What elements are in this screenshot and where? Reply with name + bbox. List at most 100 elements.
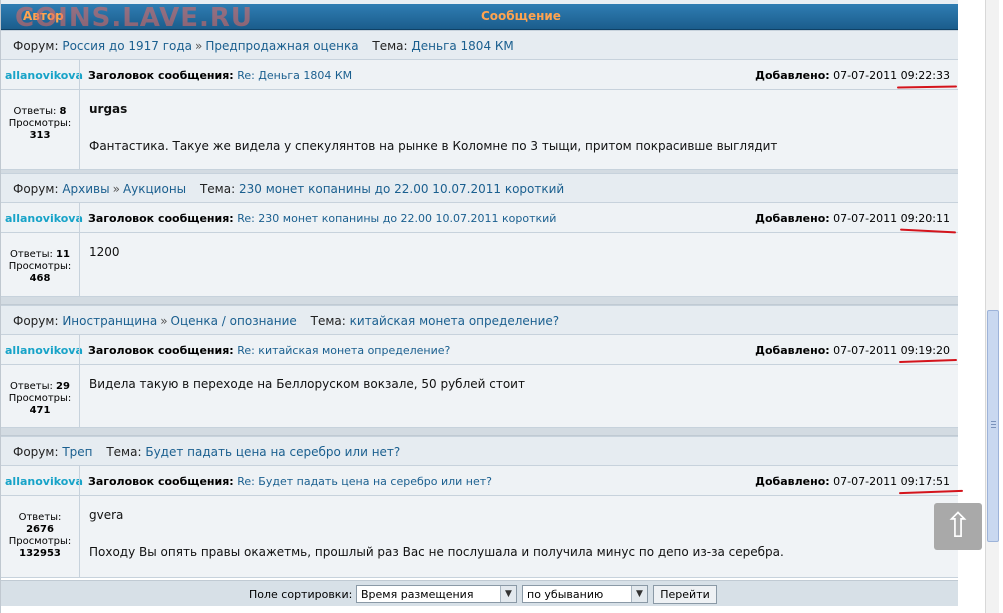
- forum-row: Форум: Архивы» Аукционы Тема: 230 монет к…: [1, 173, 958, 203]
- author-link[interactable]: allanovikova: [5, 344, 83, 357]
- message-text: Походу Вы опять правы окажетмь, прошлый …: [89, 545, 784, 559]
- topic-label: Тема:: [199, 182, 236, 196]
- post-stats: Ответы: 2676 Просмотры: 132953: [1, 496, 80, 577]
- subforum-link[interactable]: Предпродажная оценка: [205, 39, 358, 53]
- message-text: Видела такую в переходе на Беллоруском в…: [89, 377, 525, 391]
- breadcrumb-separator: »: [195, 39, 203, 53]
- forum-link[interactable]: Россия до 1917 года: [62, 39, 192, 53]
- added-label: Добавлено:: [755, 475, 830, 488]
- post-subject: Заголовок сообщения: Re: Деньга 1804 КМ: [88, 69, 352, 82]
- views-label: Просмотры:: [8, 118, 72, 129]
- post-separator: [1, 297, 958, 305]
- post-body-row: Ответы: 2676 Просмотры: 132953 gvera Пох…: [1, 496, 958, 578]
- views-label: Просмотры:: [8, 261, 72, 272]
- subject-link[interactable]: Re: Будет падать цена на серебро или нет…: [237, 475, 492, 488]
- forum-link[interactable]: Архивы: [62, 182, 109, 196]
- post-date: Добавлено: 07-07-2011 09:22:33: [755, 69, 950, 82]
- subject-link[interactable]: Re: 230 монет копанины до 22.00 10.07.20…: [237, 212, 556, 225]
- added-label: Добавлено:: [755, 69, 830, 82]
- forum-row: Форум: Россия до 1917 года» Предпродажная…: [1, 30, 958, 60]
- post-body-row: Ответы: 11 Просмотры: 468 1200: [1, 233, 958, 297]
- added-label: Добавлено:: [755, 344, 830, 357]
- breadcrumb-separator: »: [112, 182, 120, 196]
- date-value: 07-07-2011: [833, 69, 898, 82]
- arrow-up-icon: ⇧: [943, 506, 973, 546]
- sort-footer: Поле сортировки: Время размещения ▼ по у…: [1, 580, 958, 606]
- post-body-row: Ответы: 8 Просмотры: 313 urgas Фантастик…: [1, 90, 958, 170]
- forum-link[interactable]: Иностранщина: [62, 314, 157, 328]
- replies-label: Ответы:: [10, 381, 53, 392]
- post-block: Форум: Треп Тема: Будет падать цена на с…: [1, 436, 958, 578]
- breadcrumb-separator: »: [160, 314, 168, 328]
- scroll-to-top-button[interactable]: ⇧: [934, 503, 982, 550]
- subject-link[interactable]: Re: Деньга 1804 КМ: [237, 69, 352, 82]
- post-title-row: allanovikova Заголовок сообщения: Re: Де…: [1, 60, 958, 90]
- post-block: Форум: Архивы» Аукционы Тема: 230 монет к…: [1, 173, 958, 305]
- time-value: 09:19:20: [900, 344, 950, 357]
- topic-link[interactable]: китайская монета определение?: [350, 314, 560, 328]
- added-label: Добавлено:: [755, 212, 830, 225]
- views-label: Просмотры:: [8, 536, 72, 547]
- post-title-row: allanovikova Заголовок сообщения: Re: 23…: [1, 203, 958, 233]
- forum-label: Форум:: [13, 182, 59, 196]
- post-text: gvera Походу Вы опять правы окажетмь, пр…: [89, 508, 784, 559]
- topic-label: Тема:: [106, 445, 142, 459]
- go-button[interactable]: Перейти: [653, 585, 717, 604]
- sort-label: Поле сортировки:: [249, 588, 353, 601]
- message-text: 1200: [89, 245, 120, 259]
- quote-author: gvera: [89, 508, 124, 522]
- post-block: Форум: Россия до 1917 года» Предпродажная…: [1, 30, 958, 178]
- scrollbar-thumb[interactable]: [987, 310, 999, 542]
- site-watermark: COINS.LAVE.RU: [15, 3, 254, 33]
- topic-label: Тема:: [372, 39, 408, 53]
- subforum-link[interactable]: Оценка / опознание: [171, 314, 297, 328]
- author-link[interactable]: allanovikova: [5, 212, 83, 225]
- post-stats: Ответы: 11 Просмотры: 468: [1, 233, 80, 296]
- forum-label: Форум:: [13, 314, 59, 328]
- post-stats: Ответы: 29 Просмотры: 471: [1, 365, 80, 427]
- sort-field-value: Время размещения: [361, 588, 474, 601]
- author-link[interactable]: allanovikova: [5, 69, 83, 82]
- post-date: Добавлено: 07-07-2011 09:17:51: [755, 475, 950, 488]
- author-link[interactable]: allanovikova: [5, 475, 83, 488]
- replies-count: 11: [56, 249, 70, 260]
- time-value: 09:20:11: [900, 212, 950, 225]
- views-count: 313: [29, 130, 51, 141]
- date-value: 07-07-2011: [833, 344, 898, 357]
- subforum-link[interactable]: Аукционы: [123, 182, 186, 196]
- subject-label: Заголовок сообщения:: [88, 344, 234, 357]
- forum-row: Форум: Иностранщина» Оценка / опознание Т…: [1, 305, 958, 335]
- quote-author: urgas: [89, 102, 128, 116]
- time-value: 09:17:51: [900, 475, 950, 488]
- forum-link[interactable]: Треп: [62, 445, 92, 459]
- subject-label: Заголовок сообщения:: [88, 475, 234, 488]
- topic-label: Тема:: [310, 314, 346, 328]
- topic-link[interactable]: 230 монет копанины до 22.00 10.07.2011 к…: [239, 182, 564, 196]
- post-separator: [1, 428, 958, 436]
- replies-label: Ответы:: [18, 512, 62, 523]
- date-value: 07-07-2011: [833, 212, 898, 225]
- post-subject: Заголовок сообщения: Re: 230 монет копан…: [88, 212, 556, 225]
- topic-link[interactable]: Будет падать цена на серебро или нет?: [145, 445, 400, 459]
- post-subject: Заголовок сообщения: Re: китайская монет…: [88, 344, 450, 357]
- post-title-row: allanovikova Заголовок сообщения: Re: ки…: [1, 335, 958, 365]
- views-label: Просмотры:: [8, 393, 72, 404]
- search-results-panel: Автор Сообщение COINS.LAVE.RU Форум: Рос…: [0, 0, 964, 613]
- post-title-row: allanovikova Заголовок сообщения: Re: Бу…: [1, 466, 958, 496]
- views-count: 132953: [19, 548, 61, 559]
- post-text: Видела такую в переходе на Беллоруском в…: [89, 377, 525, 391]
- post-text: 1200: [89, 245, 120, 259]
- chevron-down-icon: ▼: [500, 586, 516, 602]
- vertical-scrollbar[interactable]: [985, 0, 999, 613]
- sort-order-select[interactable]: по убыванию ▼: [522, 585, 648, 603]
- sort-field-select[interactable]: Время размещения ▼: [356, 585, 517, 603]
- topic-link[interactable]: Деньга 1804 КМ: [411, 39, 513, 53]
- post-text: urgas Фантастика. Такуе же видела у спек…: [89, 102, 777, 153]
- forum-row: Форум: Треп Тема: Будет падать цена на с…: [1, 436, 958, 466]
- sort-order-value: по убыванию: [527, 588, 604, 601]
- bottom-strip: [1, 606, 959, 613]
- post-date: Добавлено: 07-07-2011 09:19:20: [755, 344, 950, 357]
- subject-link[interactable]: Re: китайская монета определение?: [237, 344, 450, 357]
- time-value: 09:22:33: [900, 69, 950, 82]
- date-value: 07-07-2011: [833, 475, 898, 488]
